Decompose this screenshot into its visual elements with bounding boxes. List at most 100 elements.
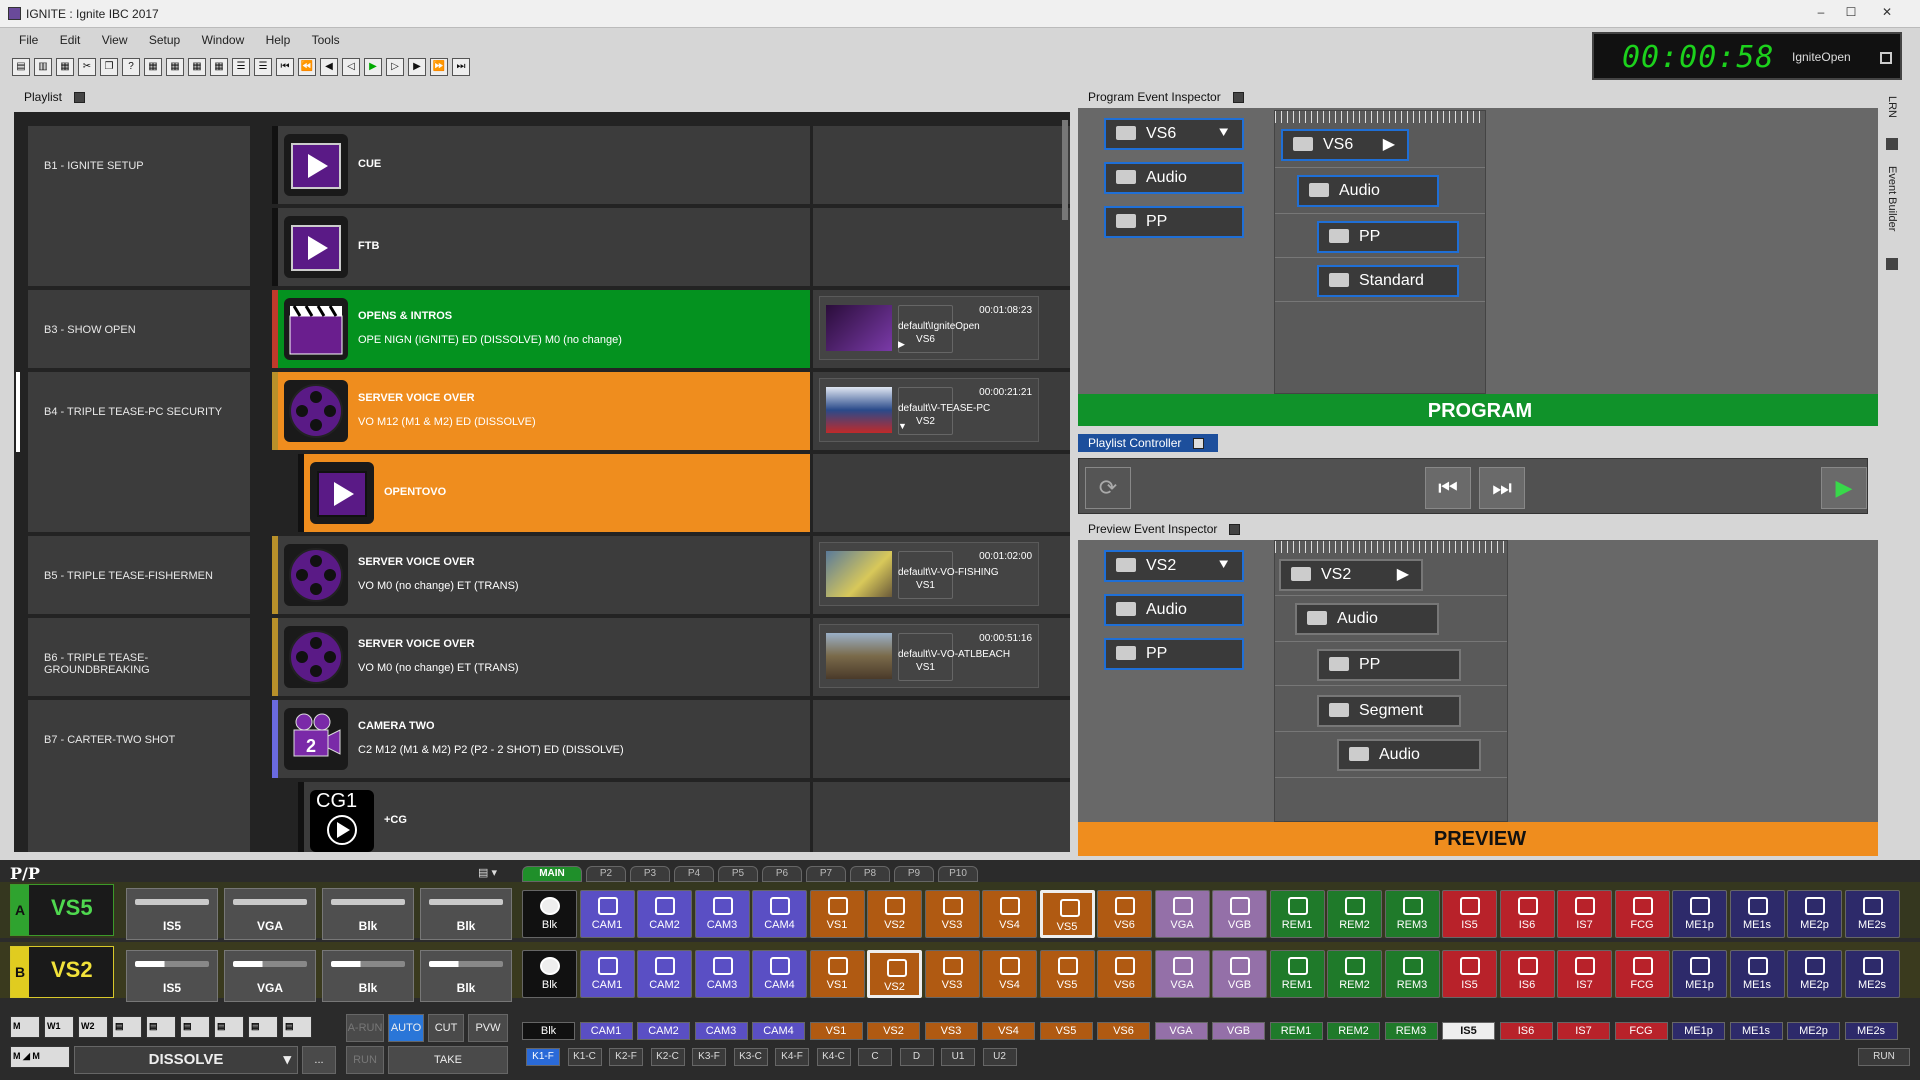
bus-b-source-button[interactable]: CAM1 [579, 950, 635, 998]
next-block-icon[interactable]: ⏩ [430, 58, 448, 76]
prev-icon[interactable]: ◀ [320, 58, 338, 76]
bus-b-source-button[interactable]: VS5 [1039, 950, 1095, 998]
tab-p6[interactable]: P6 [762, 866, 802, 882]
grid4-icon[interactable]: ▦ [210, 58, 228, 76]
last-icon[interactable]: ⏭ [452, 58, 470, 76]
bus-a-source-button[interactable]: FCG [1614, 890, 1670, 938]
bus-a-fader-3[interactable]: Blk [322, 888, 414, 940]
bus-b-source-button[interactable]: VS4 [982, 950, 1037, 998]
block-row[interactable]: B7 - CARTER-TWO SHOT 2 CAMERA TWO C2 M12… [28, 700, 1070, 852]
bus-c-source-button[interactable]: CAM2 [637, 1022, 690, 1040]
copy-icon[interactable]: ❐ [100, 58, 118, 76]
pane-pin-icon[interactable] [1232, 92, 1244, 104]
bus-b-source-button[interactable]: VS6 [1097, 950, 1152, 998]
bus-b-source-button[interactable]: CAM3 [694, 950, 750, 998]
event-row[interactable]: 2 CAMERA TWO C2 M12 (M1 & M2) P2 (P2 - 2… [272, 700, 810, 778]
bus-c-source-button[interactable]: VS3 [924, 1022, 978, 1040]
bus-b-source-button[interactable]: REM1 [1269, 950, 1325, 998]
bus-c-source-button[interactable]: CAM3 [694, 1022, 748, 1040]
tree-segment-node[interactable]: Segment [1317, 695, 1461, 727]
bus-c-source-button[interactable]: VS1 [809, 1022, 863, 1040]
back-icon[interactable]: ◁ [342, 58, 360, 76]
list2-icon[interactable]: ☰ [254, 58, 272, 76]
open-icon[interactable]: ▥ [34, 58, 52, 76]
key-button[interactable]: D [899, 1048, 934, 1066]
wipe-pattern-icon[interactable]: ▤ [146, 1016, 176, 1038]
help-icon[interactable]: ? [122, 58, 140, 76]
program-audio[interactable]: Audio [1104, 162, 1244, 194]
bus-a-source-button[interactable]: VS6 [1097, 890, 1152, 938]
wipe-pattern-icon[interactable]: W1 [44, 1016, 74, 1038]
bus-b-source-button[interactable]: CAM4 [752, 950, 807, 998]
bus-b-fader-4[interactable]: Blk [420, 950, 512, 1002]
bus-a-source-button[interactable]: VS4 [982, 890, 1037, 938]
play-arrow-icon[interactable]: ▶ [1383, 131, 1395, 159]
tab-p3[interactable]: P3 [630, 866, 670, 882]
event-row[interactable]: SERVER VOICE OVER VO M0 (no change) ET (… [272, 536, 810, 614]
key-button[interactable]: K2-F [609, 1048, 643, 1066]
wipe-pattern-icon[interactable]: M [10, 1016, 40, 1038]
key-button[interactable]: C [858, 1048, 892, 1066]
bus-b-source-button[interactable]: ME1s [1729, 950, 1785, 998]
bus-a-source-button[interactable]: CAM1 [579, 890, 635, 938]
play-button[interactable]: ▶ [1821, 467, 1867, 509]
block-row[interactable]: B4 - TRIPLE TEASE-PC SECURITY SERVER VOI… [28, 372, 1070, 532]
bus-b-source-button[interactable]: FCG [1614, 950, 1670, 998]
cut-button[interactable]: CUT [428, 1014, 464, 1042]
run-key-button[interactable]: RUN [1858, 1048, 1910, 1066]
block-row[interactable]: B5 - TRIPLE TEASE-FISHERMEN SERVER VOICE… [28, 536, 1070, 614]
bus-c-source-button[interactable]: VS6 [1097, 1022, 1150, 1040]
bus-b-source-button[interactable]: VGB [1212, 950, 1267, 998]
bus-a-source-button[interactable]: REM3 [1384, 890, 1440, 938]
dropdown-arrow-icon[interactable]: ⯆ [1217, 552, 1230, 580]
bus-a-source-button[interactable]: CAM4 [752, 890, 807, 938]
key-button[interactable]: K4-C [816, 1048, 851, 1066]
bus-b-fader-3[interactable]: Blk [322, 950, 414, 1002]
key-button[interactable]: K1-C [567, 1048, 602, 1066]
forward-icon[interactable]: ▷ [386, 58, 404, 76]
bus-b-source-button[interactable]: REM3 [1384, 950, 1440, 998]
media-card[interactable]: VS1 00:01:02:00 default\V-VO-FISHING [819, 542, 1039, 606]
side-pin-icon[interactable] [1886, 138, 1898, 150]
bus-a-source-button[interactable]: VGA [1154, 890, 1210, 938]
block-row[interactable]: B6 - TRIPLE TEASE-GROUNDBREAKING SERVER … [28, 618, 1070, 696]
bus-a-source[interactable]: A VS5 [10, 884, 114, 936]
media-card[interactable]: VS6 00:01:08:23 default\IgniteOpen ▶ [819, 296, 1039, 360]
bus-c-source-button[interactable]: VS5 [1039, 1022, 1093, 1040]
key-button[interactable]: K1-F [526, 1048, 560, 1066]
switcher-menu-icon[interactable]: ▤ ▾ [478, 866, 508, 880]
refresh-button[interactable]: ⟳ [1085, 467, 1131, 509]
event-row[interactable]: CUE [272, 126, 810, 204]
event-row[interactable]: SERVER VOICE OVER VO M0 (no change) ET (… [272, 618, 810, 696]
pane-pin-icon[interactable] [74, 92, 86, 104]
menu-window[interactable]: Window [193, 30, 254, 50]
popout-icon[interactable] [1880, 52, 1892, 64]
menu-view[interactable]: View [93, 30, 137, 50]
tree-audio-node-2[interactable]: Audio [1337, 739, 1481, 771]
bus-a-source-button[interactable]: IS5 [1442, 890, 1497, 938]
key-button[interactable]: K3-C [733, 1048, 768, 1066]
bus-a-source-button[interactable]: VS2 [867, 890, 922, 938]
bus-a-source-button[interactable]: ME1p [1672, 890, 1727, 938]
event-row[interactable]: FTB [272, 208, 810, 286]
tab-p8[interactable]: P8 [850, 866, 890, 882]
event-row[interactable]: SERVER VOICE OVER VO M12 (M1 & M2) ED (D… [272, 372, 810, 450]
bus-a-source-button[interactable]: Blk [522, 890, 577, 938]
tab-p10[interactable]: P10 [938, 866, 978, 882]
bus-c-source-button[interactable]: ME1s [1729, 1022, 1783, 1040]
a-run-button[interactable]: A-RUN [346, 1014, 384, 1042]
play-arrow-icon[interactable]: ▶ [1397, 561, 1409, 589]
bus-a-source-button[interactable]: ME2p [1787, 890, 1842, 938]
menu-file[interactable]: File [10, 30, 47, 50]
tree-audio-node[interactable]: Audio [1297, 175, 1439, 207]
bus-b-source-button[interactable]: IS6 [1499, 950, 1555, 998]
bus-c-source-button[interactable]: CAM4 [752, 1022, 805, 1040]
previous-button[interactable]: ⏮ [1425, 467, 1471, 509]
bus-a-fader-1[interactable]: IS5 [126, 888, 218, 940]
save-icon[interactable]: ▦ [56, 58, 74, 76]
bus-a-source-button[interactable]: ME1s [1729, 890, 1785, 938]
bus-a-fader-4[interactable]: Blk [420, 888, 512, 940]
tab-p2[interactable]: P2 [586, 866, 626, 882]
auto-button[interactable]: AUTO [388, 1014, 424, 1042]
bus-c-source-button[interactable]: REM1 [1269, 1022, 1323, 1040]
